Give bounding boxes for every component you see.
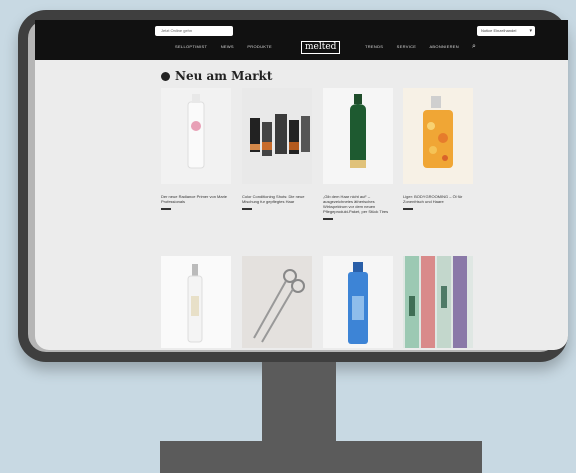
green-bottle-icon [350,94,366,168]
country-select[interactable]: Notice Einzelhandel ▾ [477,26,535,36]
product-card[interactable]: Der neue Radiance Primer von Marie Profe… [161,88,231,210]
monitor-base [160,441,482,473]
color-swatches-icon [405,256,467,348]
menu-item[interactable]: PRODUKTE [247,44,272,49]
divider [323,218,333,220]
product-image[interactable] [161,256,231,348]
search-input[interactable]: Jetzt Online gehn [155,26,233,36]
product-card[interactable]: Liger: BODYGROOMING – Öl für Zonenfrisch… [403,88,473,210]
country-select-label: Notice Einzelhandel [481,28,517,33]
main-menu-left: SELLOPTIMIST NEWS PRODUKTE [175,44,284,49]
menu-item[interactable]: NEWS [221,44,234,49]
product-card[interactable]: Color Conditioning Shots: Die neue Misch… [242,88,312,210]
product-image[interactable] [323,256,393,348]
section-title-text: Neu am Markt [175,69,273,83]
menu-item[interactable]: SERVICE [397,44,417,49]
chevron-down-icon: ▾ [529,28,532,34]
product-caption[interactable]: Liger: BODYGROOMING – Öl für Zonenfrisch… [403,194,473,204]
section-heading: Neu am Markt [161,69,272,83]
menu-item[interactable]: ABONNIEREN [429,44,458,49]
scissors-icon [253,269,305,343]
product-image[interactable] [403,256,473,348]
main-menu-right: TRENDS SERVICE ABONNIEREN [365,44,471,49]
menu-item[interactable]: TRENDS [365,44,383,49]
divider [242,208,252,210]
blue-bottle-icon [348,262,368,344]
monitor-neck [262,362,336,442]
search-icon[interactable]: ⌕ [472,43,476,51]
section-dot-icon [161,72,170,81]
website-screen: Jetzt Online gehn Notice Einzelhandel ▾ … [35,20,568,350]
product-set-icon [250,114,310,156]
divider [161,208,171,210]
product-image[interactable] [403,88,473,184]
product-card[interactable]: „Gib dem Haar nicht auf“ – ausgezeichnet… [323,88,393,220]
divider [403,208,413,210]
product-image[interactable] [161,88,231,184]
product-image[interactable] [323,88,393,184]
product-image[interactable] [242,256,312,348]
cosmetic-bottle-icon [187,94,205,169]
site-header: Jetzt Online gehn Notice Einzelhandel ▾ … [35,20,568,60]
product-caption[interactable]: Der neue Radiance Primer von Marie Profe… [161,194,231,204]
oil-bottle-icon [423,96,453,168]
product-caption[interactable]: „Gib dem Haar nicht auf“ – ausgezeichnet… [323,194,393,214]
menu-item[interactable]: SELLOPTIMIST [175,44,207,49]
spray-bottle-icon [187,264,203,343]
site-logo[interactable]: melted [301,41,341,54]
product-image[interactable] [242,88,312,184]
product-caption[interactable]: Color Conditioning Shots: Die neue Misch… [242,194,312,204]
